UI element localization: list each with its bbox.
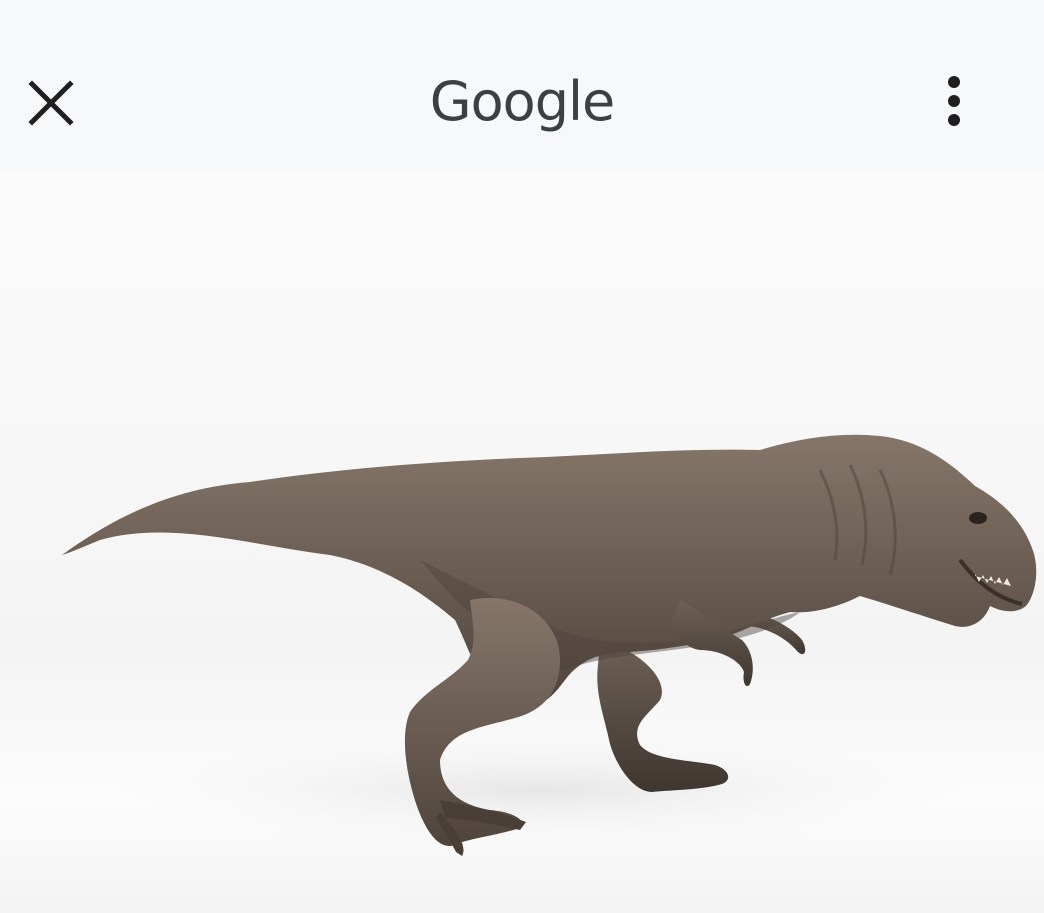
page-title: Google (429, 70, 615, 133)
viewer-toolbar: Google (0, 0, 1044, 170)
3d-model-viewer[interactable] (0, 170, 1044, 913)
eye (969, 512, 987, 524)
more-vert-icon (948, 76, 960, 126)
more-options-button[interactable] (924, 70, 984, 132)
dinosaur-3d-model[interactable] (0, 170, 1044, 913)
ground-shadow (110, 735, 970, 845)
